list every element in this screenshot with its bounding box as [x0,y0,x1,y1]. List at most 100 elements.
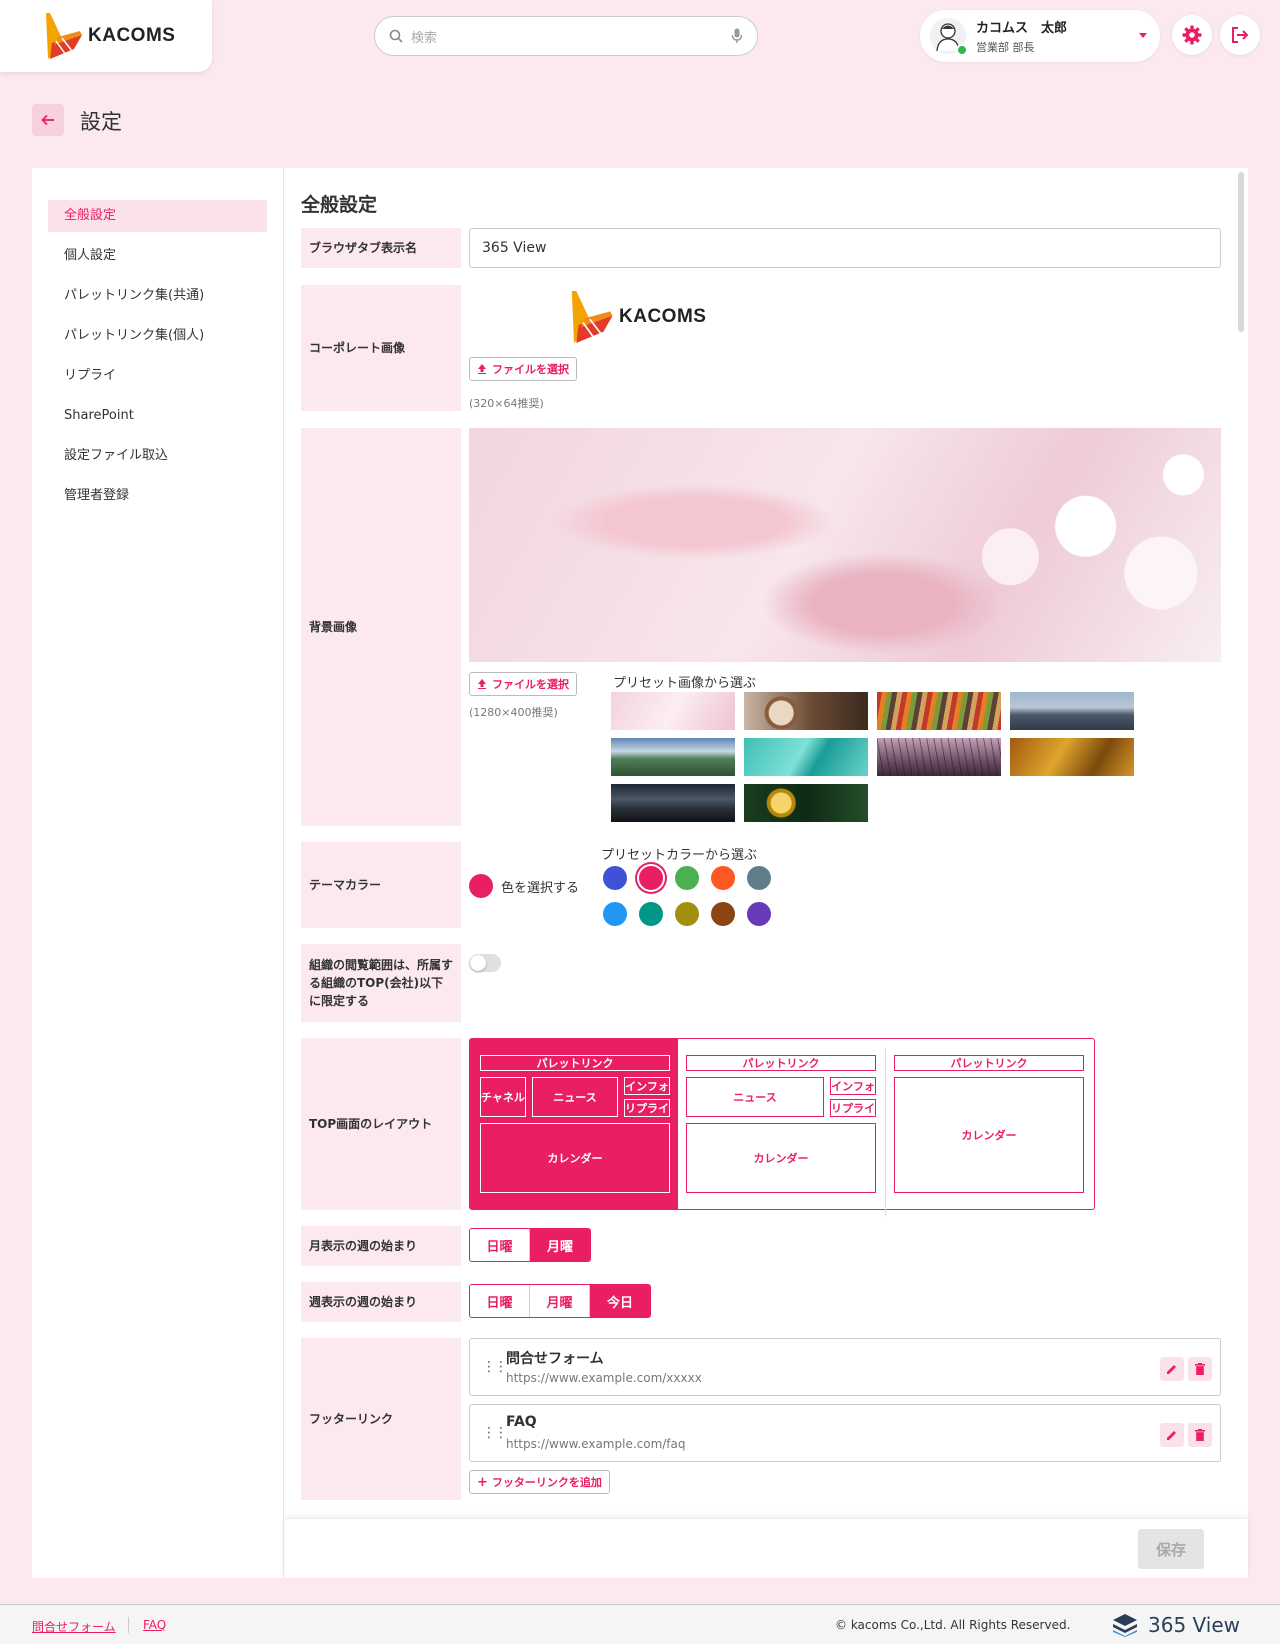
preset-thumb-coffee[interactable] [744,692,868,730]
sidebar-item-personal[interactable]: 個人設定 [48,240,267,272]
preset-thumb-sea[interactable] [744,738,868,776]
sidebar-item-palette-common[interactable]: パレットリンク集(共通) [48,280,267,312]
search-input[interactable]: 検索 [411,27,731,46]
page-footer: 問合せフォーム FAQ © kacoms Co.,Ltd. All Rights… [0,1604,1280,1644]
layout-reply-box: リプライ [624,1099,670,1117]
preset-color-slate[interactable] [747,866,771,890]
browser-tab-input[interactable]: 365 View [469,228,1221,268]
preset-thumb-landscape[interactable] [611,738,735,776]
chevron-down-icon[interactable] [1138,33,1148,39]
sidebar-item-admin[interactable]: 管理者登録 [48,480,267,512]
layout-palette-box: パレットリンク [686,1055,876,1071]
month-start-monday[interactable]: 月曜 [530,1229,590,1261]
sidebar-item-reply[interactable]: リプライ [48,360,267,392]
month-start-sunday[interactable]: 日曜 [470,1229,530,1261]
search-icon [389,29,403,43]
preset-thumb-ornament[interactable] [744,784,868,822]
footer-link-item: ⋮⋮ FAQ https://www.example.com/faq [469,1404,1221,1462]
delete-button[interactable] [1188,1357,1212,1381]
logout-button[interactable] [1220,15,1260,55]
gear-icon [1182,25,1202,45]
layout-news-box: ニュース [532,1077,618,1117]
preset-color-green[interactable] [675,866,699,890]
top-layout-label: TOP画面のレイアウト [301,1038,461,1210]
arrow-left-icon [41,114,54,126]
pencil-icon [1167,1365,1176,1374]
upload-icon [478,364,486,374]
presence-online-icon [956,44,968,56]
week-start-sunday[interactable]: 日曜 [470,1285,530,1317]
sidebar-item-sharepoint[interactable]: SharePoint [48,400,267,432]
preset-color-lightblue[interactable] [603,902,627,926]
week-start-monday[interactable]: 月曜 [530,1285,590,1317]
sidebar-item-general[interactable]: 全般設定 [48,200,267,232]
preset-color-orange[interactable] [711,866,735,890]
section-title: 全般設定 [301,194,378,216]
footer-link-contact[interactable]: 問合せフォーム [32,1618,116,1635]
save-button[interactable]: 保存 [1138,1529,1204,1569]
preset-color-teal[interactable] [639,902,663,926]
settings-button[interactable] [1172,15,1212,55]
layout-calendar-box: カレンダー [894,1077,1084,1193]
preset-thumb-sakura[interactable] [611,692,735,730]
preset-thumb-autumn[interactable] [1010,738,1134,776]
corporate-logo-text: KACOMS [619,306,707,327]
trash-icon [1195,1363,1205,1375]
layout-option-3[interactable]: パレットリンク カレンダー [886,1039,1094,1209]
page-title: 設定 [80,110,122,134]
drag-handle-icon[interactable]: ⋮⋮ [482,1425,508,1441]
preset-thumb-dusk[interactable] [877,738,1001,776]
microphone-icon[interactable] [731,28,743,44]
product-logo: 365 View [1112,1613,1240,1637]
user-menu[interactable]: カコムス 太郎 営業部 部長 [920,10,1160,62]
delete-button[interactable] [1188,1423,1212,1447]
preset-color-purple[interactable] [747,902,771,926]
preset-color-pink[interactable] [639,866,663,890]
sidebar-item-import[interactable]: 設定ファイル取込 [48,440,267,472]
background-file-button[interactable]: ファイルを選択 [469,672,577,696]
preset-thumb-city[interactable] [1010,692,1134,730]
preset-color-olive[interactable] [675,902,699,926]
pencil-icon [1167,1431,1176,1440]
footer-link-faq[interactable]: FAQ [143,1618,166,1632]
edit-button[interactable] [1160,1423,1184,1447]
preset-image-grid [611,692,1134,822]
header-logo[interactable]: KACOMS [0,0,212,72]
layout-palette-box: パレットリンク [894,1055,1084,1071]
settings-sidebar: 全般設定 個人設定 パレットリンク集(共通) パレットリンク集(個人) リプライ… [32,168,284,1578]
layout-news-box: ニュース [686,1077,824,1117]
week-start-label: 週表示の週の始まり [301,1282,461,1322]
edit-button[interactable] [1160,1357,1184,1381]
preset-image-label: プリセット画像から選ぶ [613,676,757,691]
preset-thumb-pencils[interactable] [877,692,1001,730]
plus-icon: + [477,1474,488,1490]
week-start-today[interactable]: 今日 [590,1285,650,1317]
save-bar: 保存 [285,1518,1248,1578]
back-button[interactable] [32,104,64,136]
search-box[interactable]: 検索 [374,16,758,56]
theme-color-picker[interactable]: 色を選択する [469,874,579,898]
layout-option-2[interactable]: パレットリンク ニュース インフォ リプライ カレンダー [678,1047,886,1217]
corporate-file-button[interactable]: ファイルを選択 [469,357,577,381]
background-hint: (1280×400推奨) [469,706,558,719]
org-limit-toggle[interactable] [469,954,501,972]
footer-links-label: フッターリンク [301,1338,461,1500]
browser-tab-label: ブラウザタブ表示名 [301,228,461,268]
scrollbar[interactable] [1238,172,1244,332]
preset-color-blue[interactable] [603,866,627,890]
layers-icon [1113,1614,1137,1637]
corporate-logo-preview: KACOMS [569,291,706,343]
preset-thumb-milkyway[interactable] [611,784,735,822]
layout-info-box: インフォ [624,1077,670,1095]
week-start-toggle: 日曜 月曜 今日 [469,1284,651,1318]
footer-link-url: https://www.example.com/faq [506,1437,686,1451]
product-name: 365 View [1148,1613,1240,1637]
drag-handle-icon[interactable]: ⋮⋮ [482,1359,508,1375]
settings-content: 全般設定 ブラウザタブ表示名 365 View コーポレート画像 KACOMS … [285,168,1248,1578]
add-footer-link-button[interactable]: + フッターリンクを追加 [469,1470,610,1494]
sidebar-item-palette-personal[interactable]: パレットリンク集(個人) [48,320,267,352]
background-image-label: 背景画像 [301,428,461,826]
logo-text: KACOMS [88,25,176,46]
preset-color-brown[interactable] [711,902,735,926]
layout-option-1[interactable]: パレットリンク チャネル ニュース インフォ リプライ カレンダー [470,1039,678,1209]
